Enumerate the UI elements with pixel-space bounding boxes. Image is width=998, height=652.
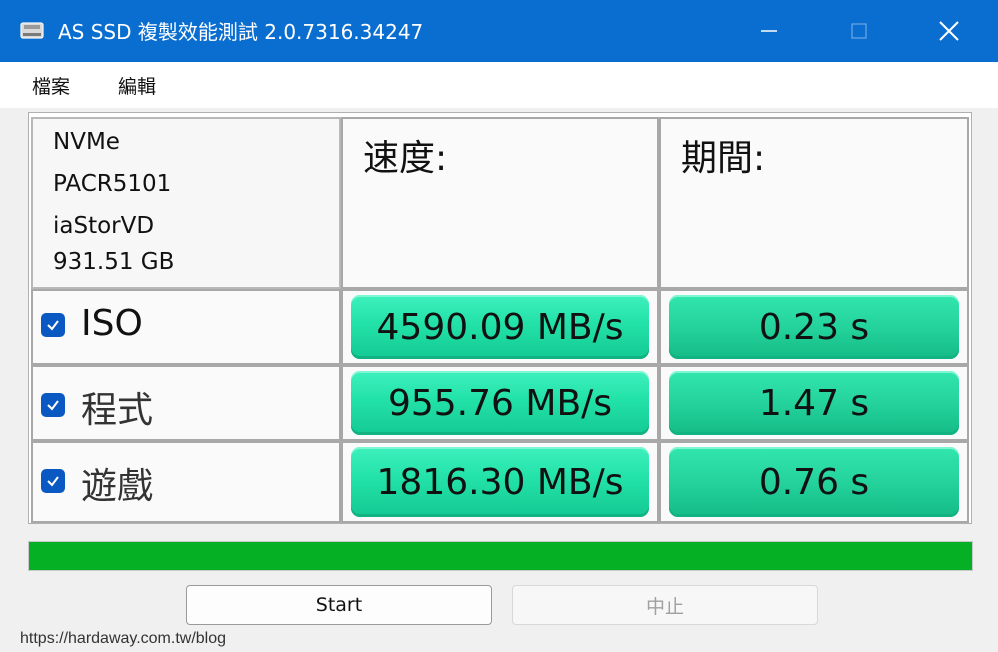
row-label-cell: 程式 [31, 365, 341, 441]
window-title: AS SSD 複製效能測試 2.0.7316.34247 [58, 20, 424, 44]
speed-cell: 955.76 MB/s [341, 365, 659, 441]
game-speed-value: 1816.30 MB/s [351, 447, 649, 517]
iso-time-value: 0.23 s [669, 295, 959, 359]
drive-model: PACR5101 [53, 171, 172, 197]
time-cell: 0.23 s [659, 289, 969, 365]
minimize-icon [761, 30, 777, 32]
drive-icon [20, 22, 44, 39]
close-button[interactable] [904, 0, 994, 62]
checkmark-icon [47, 476, 59, 487]
title-bar: AS SSD 複製效能測試 2.0.7316.34247 [0, 0, 998, 62]
watermark-text: https://hardaway.com.tw/blog [20, 630, 227, 647]
maximize-icon [851, 23, 867, 39]
drive-info-panel: NVMe PACR5101 iaStorVD 931.51 GB [31, 117, 341, 289]
program-time-value: 1.47 s [669, 371, 959, 435]
drive-capacity: 931.51 GB [53, 249, 175, 275]
row-label-cell: 遊戲 [31, 441, 341, 523]
time-header-cell: 期間: [659, 117, 969, 289]
menu-bar: 檔案 編輯 [0, 62, 998, 108]
speed-cell: 4590.09 MB/s [341, 289, 659, 365]
close-icon [939, 21, 959, 41]
maximize-button[interactable] [814, 0, 904, 62]
iso-checkbox[interactable] [41, 313, 65, 337]
speed-cell: 1816.30 MB/s [341, 441, 659, 523]
time-cell: 0.76 s [659, 441, 969, 523]
checkmark-icon [47, 400, 59, 411]
results-grid: NVMe PACR5101 iaStorVD 931.51 GB 速度: 期間:… [28, 112, 972, 524]
checkmark-icon [47, 320, 59, 331]
program-speed-value: 955.76 MB/s [351, 371, 649, 435]
minimize-button[interactable] [724, 0, 814, 62]
row-name-iso: ISO [81, 303, 143, 344]
menu-edit[interactable]: 編輯 [118, 72, 156, 99]
time-header: 期間: [681, 138, 766, 179]
drive-type: NVMe [53, 129, 120, 155]
row-label-cell: ISO [31, 289, 341, 365]
row-name-game: 遊戲 [81, 466, 154, 507]
iso-speed-value: 4590.09 MB/s [351, 295, 649, 359]
program-checkbox[interactable] [41, 393, 65, 417]
drive-driver: iaStorVD [53, 213, 155, 239]
game-checkbox[interactable] [41, 469, 65, 493]
progress-bar [28, 541, 973, 571]
game-time-value: 0.76 s [669, 447, 959, 517]
stop-button[interactable]: 中止 [512, 585, 818, 625]
time-cell: 1.47 s [659, 365, 969, 441]
row-name-program: 程式 [81, 390, 154, 431]
start-button[interactable]: Start [186, 585, 492, 625]
menu-file[interactable]: 檔案 [32, 72, 70, 99]
speed-header-cell: 速度: [341, 117, 659, 289]
speed-header: 速度: [363, 138, 448, 179]
